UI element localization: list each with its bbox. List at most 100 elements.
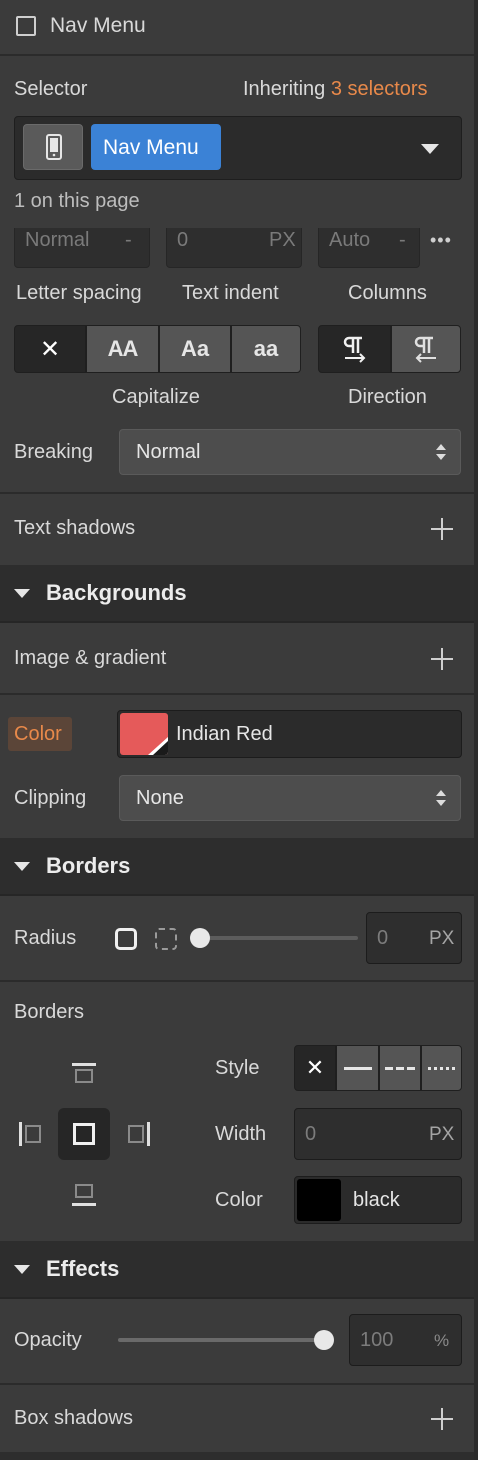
capitalize-uppercase-button[interactable]: AA [86,325,159,373]
checkbox[interactable] [16,16,36,36]
image-gradient-label: Image & gradient [14,647,167,669]
border-style-none-button[interactable]: ✕ [294,1045,336,1091]
solid-line-icon [343,1066,372,1070]
backgrounds-title: Backgrounds [46,580,187,605]
direction-ltr-button[interactable] [318,325,391,373]
opacity-slider-track[interactable] [118,1338,332,1342]
letter-spacing-value: Normal [25,229,90,251]
border-color-swatch[interactable] [297,1179,341,1221]
dotted-line-icon [427,1066,456,1070]
updown-icon [436,790,446,808]
border-color-label: Color [215,1189,263,1211]
border-all-icon [73,1123,95,1145]
mobile-device-icon [46,134,62,160]
border-style-label: Style [215,1057,260,1079]
opacity-input[interactable]: 100 % [349,1314,462,1366]
clipping-select[interactable]: None [119,775,461,821]
radius-unit[interactable]: PX [429,928,454,950]
radius-label: Radius [14,927,77,949]
border-color-value: black [353,1189,400,1211]
inheriting-selectors-link[interactable]: 3 selectors [331,78,428,100]
direction-rtl-button[interactable] [391,325,461,373]
capitalize-titlecase-button[interactable]: Aa [159,325,231,373]
radius-individual-corners-icon[interactable] [155,928,177,950]
borders-label: Borders [14,1001,85,1023]
clipping-label: Clipping [14,787,87,809]
radius-slider-track[interactable] [190,936,358,940]
columns-input[interactable]: Auto - [318,228,420,268]
border-all-sides-button[interactable] [58,1108,110,1160]
breaking-select[interactable]: Normal [119,429,461,475]
rtl-direction-icon [414,336,436,363]
add-box-shadow-icon[interactable] [431,1408,453,1430]
background-color-field[interactable]: Indian Red [117,710,462,758]
caret-down-icon [14,862,30,871]
more-options-icon[interactable]: ••• [430,230,452,251]
border-style-dotted-button[interactable] [421,1045,462,1091]
selector-tag-label: Nav Menu [103,136,199,159]
close-icon: ✕ [305,1055,325,1080]
updown-icon [436,444,446,462]
text-indent-unit[interactable]: PX [269,229,296,252]
columns-value: Auto [329,229,371,251]
selector-field[interactable]: Nav Menu [14,116,462,180]
background-color-swatch[interactable] [120,713,168,755]
swatch-corner-icon [148,737,168,755]
divider [0,1297,478,1299]
add-image-gradient-icon[interactable] [431,648,453,670]
text-indent-input[interactable]: 0 PX [166,228,302,268]
effects-section-header[interactable]: Effects [0,1241,478,1299]
device-button[interactable] [23,124,83,170]
color-label-badge: Color [8,717,72,751]
border-left-icon[interactable] [19,1122,43,1146]
radius-all-corners-icon[interactable] [115,928,137,950]
on-page-count: 1 on this page [14,190,140,212]
divider [0,693,478,695]
divider [0,1452,478,1460]
border-width-input[interactable]: 0 PX [294,1108,462,1160]
divider [0,894,478,896]
chevron-down-icon[interactable] [421,144,439,154]
text-indent-label: Text indent [182,282,279,304]
radius-slider-knob[interactable] [190,928,210,948]
letter-spacing-input[interactable]: Normal - [14,228,150,268]
radius-input[interactable]: 0 PX [366,912,462,964]
clipping-value: None [136,787,184,809]
uppercase-label: AA [107,336,139,361]
capitalize-none-button[interactable]: ✕ [14,325,86,373]
border-right-icon[interactable] [126,1122,150,1146]
columns-label: Columns [348,282,427,304]
columns-unit[interactable]: - [399,229,406,252]
radius-value: 0 [377,927,389,949]
selector-tag[interactable]: Nav Menu [91,124,221,170]
selector-section: Selector Inheriting 3 selectors Nav Menu… [0,56,478,232]
add-text-shadow-icon[interactable] [431,518,453,540]
effects-title: Effects [46,1256,120,1281]
caret-down-icon [14,1265,30,1274]
border-bottom-icon[interactable] [72,1182,96,1206]
border-width-unit[interactable]: PX [429,1124,454,1146]
divider [0,621,478,623]
borders-section-header[interactable]: Borders [0,838,478,896]
inheriting-prefix: Inheriting [243,78,326,100]
backgrounds-section-header[interactable]: Backgrounds [0,565,478,623]
opacity-unit[interactable]: % [434,1331,449,1351]
opacity-slider-knob[interactable] [314,1330,334,1350]
border-style-dashed-button[interactable] [379,1045,421,1091]
letter-spacing-unit[interactable]: - [125,229,132,252]
dashed-line-icon [385,1066,415,1070]
divider [0,1383,478,1385]
border-top-icon[interactable] [72,1063,96,1085]
borders-title: Borders [46,853,131,878]
breaking-label: Breaking [14,441,93,463]
text-indent-value: 0 [177,229,189,251]
border-color-field[interactable]: black [294,1176,462,1224]
header-title: Nav Menu [50,14,146,37]
selector-label: Selector [14,78,88,100]
capitalize-lowercase-button[interactable]: aa [231,325,301,373]
background-color-name: Indian Red [176,723,273,745]
border-width-value: 0 [305,1123,317,1145]
letter-spacing-label: Letter spacing [16,282,142,304]
typography-inputs-row: Normal - 0 PX Auto - ••• [0,228,478,272]
border-style-solid-button[interactable] [336,1045,379,1091]
